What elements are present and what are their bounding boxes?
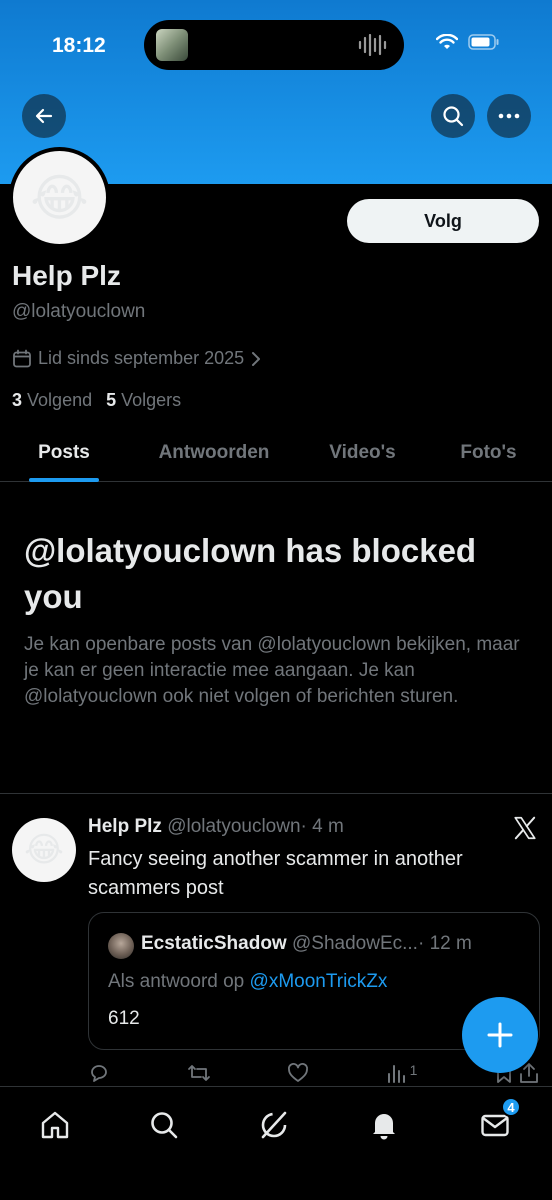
post-time: · 4 m	[300, 816, 344, 837]
tab-antwoorden[interactable]: Antwoorden	[128, 424, 300, 482]
heart-icon	[288, 1063, 309, 1082]
bottom-navigation: 4	[0, 1086, 552, 1200]
quote-header: EcstaticShadow @ShadowEc...· 12 m	[141, 933, 472, 955]
tab-fotos[interactable]: Foto's	[425, 424, 552, 482]
dynamic-island[interactable]	[144, 20, 404, 70]
post-author-handle[interactable]: @lolatyouclown	[167, 816, 300, 837]
views-count: 1	[409, 1062, 418, 1078]
compose-post-button[interactable]	[462, 997, 538, 1073]
laughing-emoji-avatar: 😂	[13, 151, 106, 244]
blocked-title: @lolatyouclown has blocked you	[24, 532, 477, 615]
profile-tabs: Posts Antwoorden Video's Foto's	[0, 424, 552, 482]
more-button[interactable]	[487, 94, 531, 138]
chevron-right-icon	[252, 351, 261, 366]
post-author-name[interactable]: Help Plz	[88, 816, 162, 837]
follow-stats: 3 Volgend 5 Volgers	[12, 390, 181, 411]
repost-icon	[187, 1065, 210, 1081]
nav-grok[interactable]	[254, 1105, 294, 1145]
calendar-icon	[13, 349, 31, 367]
nav-home[interactable]	[35, 1105, 75, 1145]
grok-icon	[261, 1111, 287, 1139]
views-chart-icon	[387, 1065, 405, 1083]
joined-date[interactable]: Lid sinds september 2025	[12, 348, 262, 369]
tab-posts[interactable]: Posts	[0, 424, 128, 482]
battery-icon	[468, 34, 499, 50]
messages-badge: 4	[501, 1097, 521, 1117]
quote-author-handle: @ShadowEc...	[292, 933, 418, 954]
profile-handle: @lolatyouclown	[12, 301, 146, 322]
home-icon	[41, 1111, 69, 1139]
arrow-left-icon	[35, 108, 53, 124]
quote-avatar	[108, 933, 134, 959]
profile-avatar[interactable]: 😂	[9, 147, 110, 248]
views-action[interactable]: 1	[386, 1062, 418, 1084]
plus-icon	[487, 1022, 513, 1048]
following-count: 3	[12, 390, 23, 410]
like-action[interactable]	[287, 1062, 309, 1084]
nav-notifications[interactable]	[364, 1105, 404, 1145]
following-stat[interactable]: 3 Volgend	[12, 390, 92, 411]
following-label: Volgend	[27, 390, 93, 410]
reply-handle-link[interactable]: @xMoonTrickZx	[250, 971, 388, 992]
nav-messages[interactable]: 4	[475, 1097, 521, 1145]
bell-icon	[373, 1114, 395, 1140]
reply-icon	[91, 1065, 107, 1082]
x-logo-icon	[514, 816, 536, 840]
more-dots-icon	[498, 113, 520, 119]
joined-label: Lid sinds september 2025	[38, 348, 245, 368]
blocked-description: Je kan openbare posts van @lolatyouclown…	[24, 634, 520, 707]
search-icon	[151, 1112, 178, 1139]
followers-label: Volgers	[121, 390, 182, 410]
reply-action[interactable]	[88, 1062, 110, 1084]
back-button[interactable]	[22, 94, 66, 138]
post-actions: 1	[88, 1062, 540, 1084]
now-playing-thumbnail	[156, 29, 188, 61]
status-time: 18:12	[52, 34, 106, 57]
search-icon	[443, 106, 464, 127]
divider	[0, 793, 552, 794]
post-avatar[interactable]: 😂	[12, 818, 76, 882]
quote-text: 612	[108, 1008, 140, 1029]
wifi-icon	[436, 34, 458, 49]
quote-time: · 12 m	[417, 933, 472, 954]
quote-author-name: EcstaticShadow	[141, 933, 287, 954]
profile-display-name: Help Plz	[12, 260, 121, 291]
post-text: Fancy seeing another scammer in another …	[88, 848, 463, 899]
followers-count: 5	[106, 390, 117, 410]
reply-to-line: Als antwoord op @xMoonTrickZx	[108, 971, 387, 993]
search-button[interactable]	[431, 94, 475, 138]
repost-action[interactable]	[187, 1062, 211, 1084]
audio-wave-icon	[358, 34, 387, 56]
follow-button[interactable]: Volg	[347, 199, 539, 243]
nav-search[interactable]	[144, 1105, 184, 1145]
tab-videos[interactable]: Video's	[300, 424, 425, 482]
reply-prefix: Als antwoord op	[108, 971, 245, 992]
status-icons	[436, 34, 500, 50]
post-header: Help Plz @lolatyouclown· 4 m	[88, 816, 344, 838]
followers-stat[interactable]: 5 Volgers	[106, 390, 181, 411]
